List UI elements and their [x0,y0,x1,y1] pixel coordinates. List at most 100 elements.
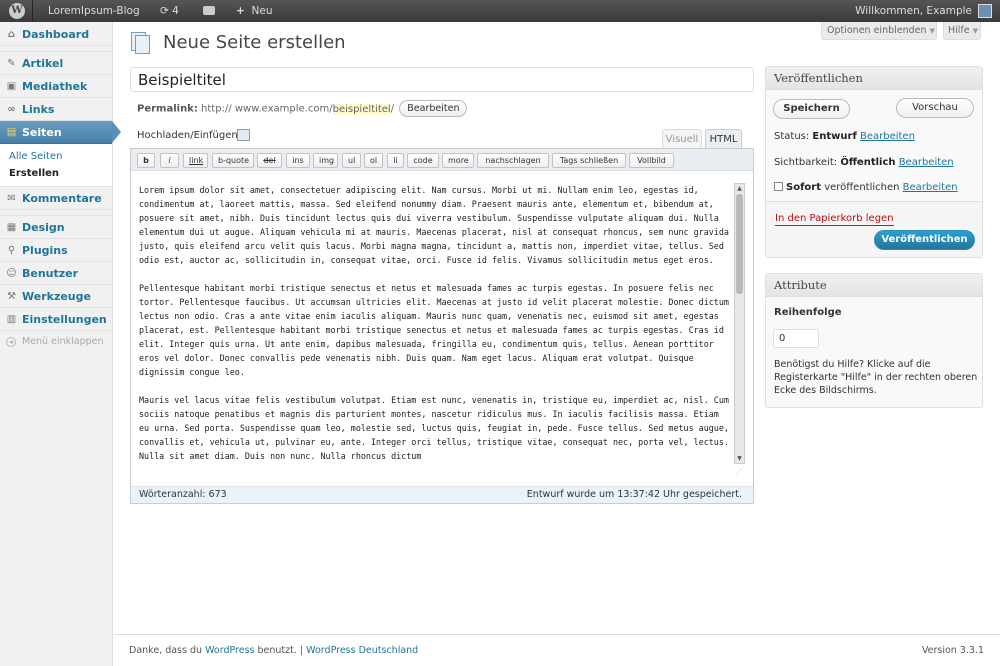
permalink-base: http:// www.example.com/ [201,103,333,115]
editor-status-bar: Wörteranzahl: 673 Entwurf wurde um 13:37… [131,486,753,503]
menu-mediathek[interactable]: ▣ Mediathek [0,75,112,98]
comments-link[interactable] [203,0,217,22]
qt-ul-button[interactable]: ul [342,153,361,168]
settings-icon: ▥ [6,314,17,325]
qt-italic-button[interactable]: i [160,153,179,168]
welcome-user-link[interactable]: Willkommen, Example [855,0,972,22]
menu-plugins[interactable]: ⚲ Plugins [0,239,112,262]
publish-box-title[interactable]: Veröffentlichen [766,67,982,90]
menu-design[interactable]: ▦ Design [0,216,112,239]
menu-label: Dashboard [22,28,90,41]
footer-separator: | [299,645,304,656]
appearance-icon: ▦ [6,222,17,233]
visibility-row: Sichtbarkeit: Öffentlich Bearbeiten [774,157,954,168]
permalink-slug[interactable]: beispieltitel [332,103,391,115]
schedule-edit-link[interactable]: Bearbeiten [903,182,958,193]
scrollbar-thumb[interactable] [736,194,743,294]
save-draft-button[interactable]: Speichern [773,99,850,119]
content-textarea[interactable]: Lorem ipsum dolor sit amet, consectetuer… [139,183,731,477]
status-edit-link[interactable]: Bearbeiten [860,131,915,142]
house-icon: ⌂ [7,29,16,40]
tab-visual[interactable]: Visuell [662,129,702,149]
status-row: Status: Entwurf Bearbeiten [774,131,915,142]
qt-link-button[interactable]: link [183,153,208,168]
visibility-value: Öffentlich [840,157,896,168]
add-media-icon[interactable] [237,129,250,141]
admin-bar-divider [32,0,33,22]
user-avatar[interactable] [978,4,992,18]
qt-fullscreen-button[interactable]: Vollbild [629,153,674,168]
word-count: Wörteranzahl: 673 [139,489,227,500]
menu-dashboard[interactable]: ⌂ Dashboard [0,23,112,46]
admin-menu: ⌂ Dashboard ✎ Artikel ▣ Mediathek ∞ Links ▤ S… [0,22,121,666]
permalink-trail: / [390,103,395,115]
qt-bold-button[interactable]: b [137,153,155,168]
submenu-all-pages[interactable]: Alle Seiten [0,148,112,165]
resize-grip-icon[interactable]: ⋰ [735,468,745,476]
qt-more-button[interactable]: more [442,153,474,168]
site-name-link[interactable]: LoremIpsum-Blog [48,0,140,22]
order-label: Reihenfolge [774,307,842,318]
link-icon: ∞ [7,104,16,115]
collapse-menu-button[interactable]: ◂ Menü einklappen [0,331,112,353]
menu-seiten[interactable]: ▤ Seiten [0,121,121,144]
menu-label: Einstellungen [22,313,107,326]
qt-blockquote-button[interactable]: b-quote [212,153,254,168]
refresh-icon: ⟳ [160,5,169,17]
updates-count: 4 [172,5,179,17]
screen-options-tab[interactable]: Optionen einblenden ▼ [821,22,937,40]
comments-icon: ✉ [7,193,16,204]
menu-kommentare[interactable]: ✉ Kommentare [0,187,112,210]
schedule-value: Sofort [786,182,822,193]
content-paragraph: Lorem ipsum dolor sit amet, consectetuer… [139,185,729,265]
tab-html[interactable]: HTML [705,129,742,149]
updates-link[interactable]: ⟳ 4 [160,0,179,22]
collapse-label: Menü einklappen [22,336,104,347]
qt-del-button[interactable]: del [257,153,282,168]
menu-benutzer[interactable]: ☺ Benutzer [0,262,112,285]
plugin-icon: ⚲ [7,245,16,256]
qt-close-tags-button[interactable]: Tags schließen [552,153,626,168]
move-to-trash-link[interactable]: In den Papierkorb legen [775,213,894,226]
content-editor: b i link b-quote del ins img ul ol li co… [130,148,754,504]
visibility-edit-link[interactable]: Bearbeiten [899,157,954,168]
menu-order-input[interactable] [773,329,819,348]
qt-lookup-button[interactable]: nachschlagen [477,153,549,168]
qt-ins-button[interactable]: ins [286,153,310,168]
help-tab[interactable]: Hilfe ▼ [943,22,981,40]
current-menu-arrow [112,121,121,143]
qt-ol-button[interactable]: ol [364,153,383,168]
quicktags-toolbar: b i link b-quote del ins img ul ol li co… [131,149,753,171]
new-content-link[interactable]: + Neu [236,0,272,22]
dropdown-arrow-icon: ▼ [929,27,935,35]
editor-scrollbar[interactable]: ▲ ▼ [734,183,745,464]
permalink-edit-button[interactable]: Bearbeiten [399,100,468,117]
footer-version: Version 3.3.1 [921,645,984,656]
post-title-input[interactable] [130,67,754,92]
scroll-down-arrow-icon[interactable]: ▼ [735,454,744,463]
scroll-up-arrow-icon[interactable]: ▲ [735,184,744,193]
publish-button[interactable]: Veröffentlichen [874,230,975,250]
footer-thanks-suffix: benutzt. [257,645,297,656]
qt-li-button[interactable]: li [387,153,404,168]
tools-icon: ⚒ [7,291,16,302]
calendar-icon [774,182,783,191]
menu-werkzeuge[interactable]: ⚒ Werkzeuge [0,285,112,308]
media-icon: ▣ [6,81,17,92]
menu-artikel[interactable]: ✎ Artikel [0,52,112,75]
attributes-box-title[interactable]: Attribute [766,274,982,297]
footer: Danke, dass du WordPress benutzt. | Word… [114,634,1000,666]
footer-community-link[interactable]: WordPress Deutschland [306,645,418,656]
qt-code-button[interactable]: code [407,153,439,168]
qt-img-button[interactable]: img [313,153,338,168]
menu-label: Mediathek [22,80,88,93]
schedule-row: Sofort veröffentlichen Bearbeiten [774,182,958,193]
preview-button[interactable]: Vorschau [896,98,974,118]
menu-links[interactable]: ∞ Links [0,98,112,121]
footer-wordpress-link[interactable]: WordPress [205,645,254,656]
submenu-create-page[interactable]: Erstellen [0,165,112,182]
admin-bar: W LoremIpsum-Blog ⟳ 4 + Neu Willkommen, … [0,0,1000,22]
users-icon: ☺ [6,268,17,279]
menu-einstellungen[interactable]: ▥ Einstellungen [0,308,112,331]
wordpress-logo-icon[interactable]: W [8,0,26,22]
